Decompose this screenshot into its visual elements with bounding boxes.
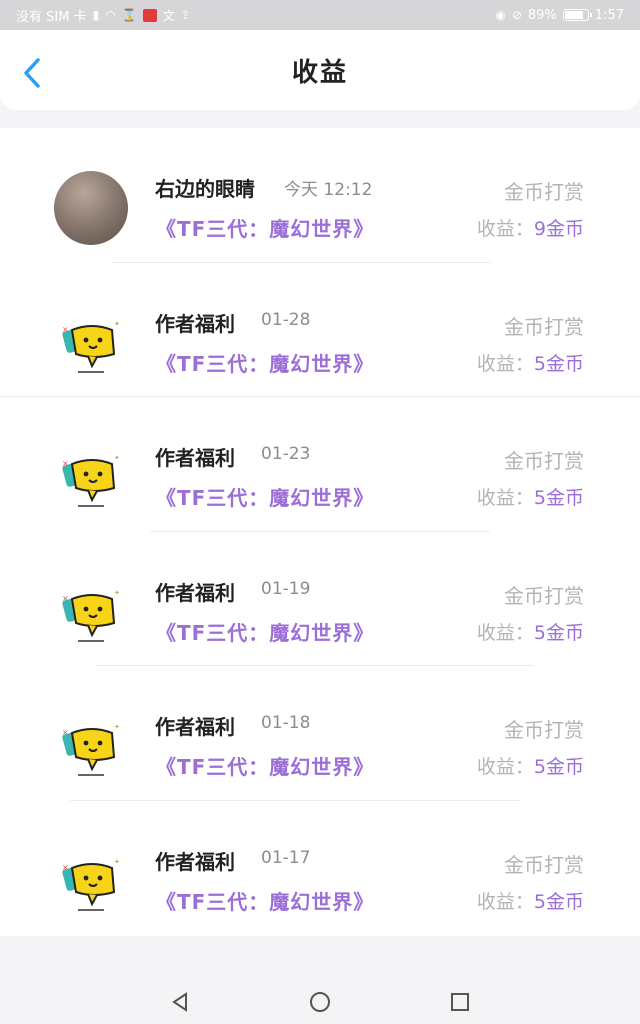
- svg-text:×: ×: [62, 325, 69, 334]
- svg-text:×: ×: [62, 594, 69, 603]
- sender-name: 作者福利: [155, 446, 235, 471]
- mascot-avatar-icon: × ✦: [54, 709, 128, 783]
- list-item[interactable]: × ✦ 作者福利 01-23 《TF三代：魔幻世界》 金币打赏收益：5金币: [0, 397, 640, 532]
- back-button[interactable]: [18, 56, 52, 90]
- status-left: 没有 SIM 卡 ▮ ◠ ⌛ 文 ⇪: [16, 6, 191, 25]
- earnings-value: 5金币: [533, 487, 584, 510]
- page-title: 收益: [291, 57, 348, 88]
- upload-icon: ⇪: [180, 8, 191, 22]
- earnings-label: 收益：: [476, 487, 534, 510]
- reward-type: 金币打赏: [504, 180, 584, 204]
- rows-container: 右边的眼睛 今天 12:12 《TF三代：魔幻世界》 金币打赏 收益：9金币 × ✦ 作…: [0, 128, 640, 936]
- sim-icon: ▮: [92, 8, 100, 22]
- svg-text:×: ×: [62, 459, 69, 468]
- chevron-left-icon: [24, 58, 40, 88]
- reward-type: 金币打赏: [504, 718, 584, 743]
- timestamp: 01-23: [261, 444, 311, 465]
- nav-back-button[interactable]: [160, 982, 200, 1022]
- carrier-text: 没有 SIM 卡: [16, 9, 87, 25]
- nav-home-button[interactable]: [300, 982, 340, 1022]
- sender-name: 作者福利: [155, 311, 235, 336]
- nav-recents-button[interactable]: [440, 982, 480, 1022]
- earnings: 收益：9金币: [477, 214, 584, 241]
- timestamp: 今天 12:12: [284, 180, 373, 200]
- mascot-avatar-icon: × ✦: [54, 440, 128, 514]
- book-title-link[interactable]: 《TF三代：魔幻世界》: [156, 482, 374, 511]
- book-title-link[interactable]: 《TF三代：魔幻世界》: [156, 213, 374, 242]
- circle-home-icon: [310, 992, 330, 1012]
- earnings: 收益：5金币: [477, 618, 584, 645]
- status-right: ◉ ⊘ 89% 1:57: [495, 8, 624, 23]
- earnings-label: 收益：: [476, 756, 534, 779]
- list-item[interactable]: × ✦ 作者福利 01-18 《TF三代：魔幻世界》 金币打赏收益：5金币: [0, 666, 640, 801]
- timestamp: 01-18: [261, 713, 311, 734]
- reward-type: 金币打赏: [504, 449, 584, 474]
- list-item[interactable]: × ✦ 作者福利 01-19 《TF三代：魔幻世界》 金币打赏收益：5金币: [0, 532, 640, 667]
- earnings-list: 右边的眼睛 今天 12:12 《TF三代：魔幻世界》 金币打赏 收益：9金币 × ✦ 作…: [0, 128, 640, 936]
- list-item[interactable]: × ✦ 作者福利 01-17 《TF三代：魔幻世界》 金币打赏收益：5金币: [0, 801, 640, 936]
- clock: 1:57: [594, 7, 624, 23]
- sender-name: 作者福利: [155, 715, 235, 740]
- triangle-back-icon: [172, 992, 187, 1012]
- system-nav-bar: [0, 980, 640, 1024]
- header: 收益: [0, 30, 640, 110]
- book-title-link[interactable]: 《TF三代：魔幻世界》: [156, 348, 374, 377]
- svg-text:×: ×: [62, 728, 69, 737]
- reward-type: 金币打赏: [504, 314, 584, 339]
- list-item[interactable]: 右边的眼睛 今天 12:12 《TF三代：魔幻世界》 金币打赏收益：9金币: [0, 128, 640, 263]
- translate-icon: 文: [162, 8, 175, 23]
- mute-icon: ⊘: [511, 8, 522, 22]
- earnings-value: 5金币: [533, 621, 584, 644]
- book-title-link[interactable]: 《TF三代：魔幻世界》: [156, 886, 374, 915]
- sender-name: 右边的眼睛: [155, 177, 255, 201]
- battery-fill: [564, 11, 584, 19]
- eye-icon: ◉: [495, 8, 506, 22]
- timestamp: 01-17: [261, 847, 311, 868]
- book-title-link[interactable]: 《TF三代：魔幻世界》: [156, 617, 374, 646]
- svg-text:✦: ✦: [114, 589, 120, 597]
- hourglass-icon: ⌛: [121, 8, 137, 22]
- status-bar: 没有 SIM 卡 ▮ ◠ ⌛ 文 ⇪ ◉ ⊘ 89% 1:57: [0, 0, 640, 30]
- mascot-avatar-icon: × ✦: [54, 844, 128, 918]
- earnings-label: 收益：: [476, 352, 534, 375]
- timestamp: 01-28: [261, 309, 311, 330]
- mascot-avatar-icon: × ✦: [54, 306, 128, 380]
- battery-percent: 89%: [527, 7, 557, 23]
- svg-text:✦: ✦: [114, 858, 120, 866]
- wifi-icon: ◠: [105, 8, 116, 22]
- earnings-value: 5金币: [533, 890, 584, 913]
- battery-icon: [562, 9, 592, 21]
- app-notification-icon: [142, 8, 157, 22]
- square-recents-icon: [451, 993, 469, 1011]
- sender-name: 作者福利: [155, 580, 235, 605]
- earnings: 收益：5金币: [477, 887, 584, 914]
- earnings-label: 收益：: [476, 890, 534, 913]
- avatar: [54, 171, 128, 245]
- list-item[interactable]: × ✦ 作者福利 01-28 《TF三代：魔幻世界》 金币打赏收益：5金币: [0, 263, 640, 398]
- earnings: 收益：5金币: [477, 483, 584, 510]
- reward-type: 金币打赏: [504, 583, 584, 608]
- reward-type: 金币打赏: [504, 852, 584, 877]
- book-title-link[interactable]: 《TF三代：魔幻世界》: [156, 751, 374, 780]
- svg-text:✦: ✦: [114, 320, 120, 328]
- earnings-label: 收益：: [476, 218, 534, 240]
- svg-text:✦: ✦: [114, 454, 120, 462]
- earnings: 收益：5金币: [477, 349, 584, 376]
- earnings-value: 5金币: [533, 352, 584, 375]
- svg-text:✦: ✦: [114, 723, 120, 731]
- earnings: 收益：5金币: [477, 752, 584, 779]
- timestamp: 01-19: [261, 578, 311, 599]
- svg-text:×: ×: [62, 863, 69, 872]
- earnings-value: 9金币: [533, 218, 584, 240]
- mascot-avatar-icon: × ✦: [54, 575, 128, 649]
- sender-name: 作者福利: [155, 849, 235, 874]
- earnings-label: 收益：: [476, 621, 534, 644]
- earnings-value: 5金币: [533, 756, 584, 779]
